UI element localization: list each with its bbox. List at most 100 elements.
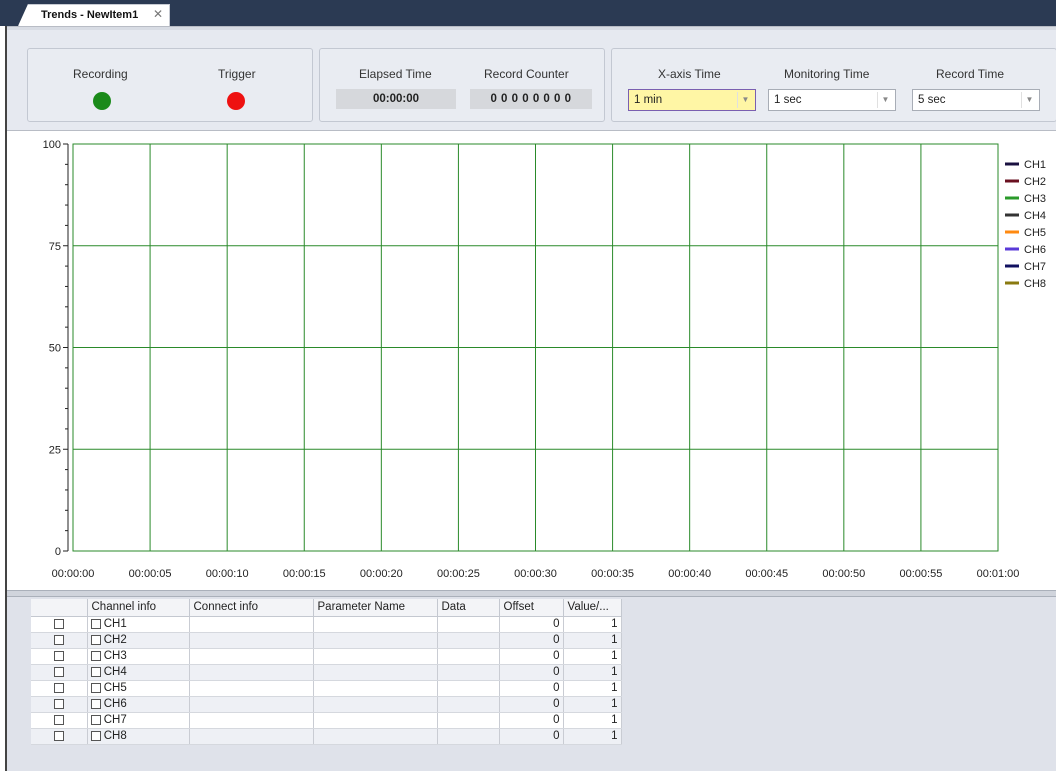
checkbox[interactable] (90, 682, 101, 693)
record-time-select[interactable]: 5 sec ▼ (912, 89, 1040, 111)
chevron-down-icon[interactable]: ▼ (877, 92, 893, 108)
trend-chart[interactable]: 00:00:00 00:00:05 00:00:10 00:00:15 00:00:20… (7, 130, 1056, 590)
param-cell[interactable] (313, 696, 438, 713)
checkbox[interactable] (53, 714, 64, 725)
checkbox[interactable] (53, 634, 64, 645)
connect-cell[interactable] (189, 696, 314, 713)
offset-cell[interactable]: 0 (499, 648, 564, 665)
value-cell[interactable]: 1 (563, 664, 622, 681)
row-select-cell[interactable] (31, 728, 88, 745)
checkbox[interactable] (53, 618, 64, 629)
table-row[interactable]: CH8 0 1 (31, 728, 622, 745)
row-select-cell[interactable] (31, 648, 88, 665)
channel-cell[interactable]: CH5 (87, 680, 190, 697)
data-cell (437, 728, 500, 745)
value-cell[interactable]: 1 (563, 616, 622, 633)
offset-cell[interactable]: 0 (499, 696, 564, 713)
row-select-cell[interactable] (31, 632, 88, 649)
connect-cell[interactable] (189, 664, 314, 681)
close-icon[interactable]: ✕ (153, 7, 163, 21)
channel-cell[interactable]: CH7 (87, 712, 190, 729)
connect-cell[interactable] (189, 632, 314, 649)
checkbox[interactable] (90, 666, 101, 677)
connect-cell[interactable] (189, 712, 314, 729)
chevron-down-icon[interactable]: ▼ (737, 92, 753, 108)
header-connect-info[interactable]: Connect info (189, 599, 314, 617)
checkbox[interactable] (90, 698, 101, 709)
row-select-cell[interactable] (31, 616, 88, 633)
channel-cell[interactable]: CH3 (87, 648, 190, 665)
param-cell[interactable] (313, 728, 438, 745)
offset-cell[interactable]: 0 (499, 712, 564, 729)
header-parameter-name[interactable]: Parameter Name (313, 599, 438, 617)
offset-cell[interactable]: 0 (499, 632, 564, 649)
checkbox[interactable] (90, 618, 101, 629)
data-cell (437, 616, 500, 633)
row-select-cell[interactable] (31, 696, 88, 713)
header-value[interactable]: Value/... (563, 599, 622, 617)
header-channel-info[interactable]: Channel info (87, 599, 190, 617)
monitoring-time-select[interactable]: 1 sec ▼ (768, 89, 896, 111)
channel-name: CH6 (103, 698, 127, 710)
xaxis-time-select[interactable]: 1 min ▼ (628, 89, 756, 111)
legend-label: CH4 (1024, 210, 1046, 222)
legend-label: CH7 (1024, 261, 1046, 273)
checkbox[interactable] (90, 634, 101, 645)
data-cell (437, 696, 500, 713)
channel-cell[interactable]: CH8 (87, 728, 190, 745)
value-cell[interactable]: 1 (563, 696, 622, 713)
offset-cell[interactable]: 0 (499, 616, 564, 633)
offset-cell[interactable]: 0 (499, 664, 564, 681)
param-cell[interactable] (313, 616, 438, 633)
param-cell[interactable] (313, 648, 438, 665)
param-cell[interactable] (313, 680, 438, 697)
table-row[interactable]: CH3 0 1 (31, 648, 622, 665)
row-select-cell[interactable] (31, 680, 88, 697)
header-offset[interactable]: Offset (499, 599, 564, 617)
table-row[interactable]: CH1 0 1 (31, 616, 622, 633)
offset-cell[interactable]: 0 (499, 728, 564, 745)
recording-indicator-icon (93, 92, 111, 110)
checkbox[interactable] (53, 650, 64, 661)
param-cell[interactable] (313, 632, 438, 649)
checkbox[interactable] (90, 730, 101, 741)
row-select-cell[interactable] (31, 712, 88, 729)
checkbox[interactable] (90, 650, 101, 661)
value-cell[interactable]: 1 (563, 632, 622, 649)
param-cell[interactable] (313, 664, 438, 681)
table-row[interactable]: CH4 0 1 (31, 664, 622, 681)
connect-cell[interactable] (189, 648, 314, 665)
header-data[interactable]: Data (437, 599, 500, 617)
tab-trends-newitem1[interactable]: Trends - NewItem1 ✕ (18, 4, 170, 26)
channel-cell[interactable]: CH2 (87, 632, 190, 649)
value-cell[interactable]: 1 (563, 728, 622, 745)
connect-cell[interactable] (189, 616, 314, 633)
chevron-down-icon[interactable]: ▼ (1021, 92, 1037, 108)
checkbox[interactable] (53, 730, 64, 741)
recording-label: Recording (73, 67, 128, 81)
param-cell[interactable] (313, 712, 438, 729)
offset-cell[interactable]: 0 (499, 680, 564, 697)
table-row[interactable]: CH7 0 1 (31, 712, 622, 729)
connect-cell[interactable] (189, 680, 314, 697)
connect-cell[interactable] (189, 728, 314, 745)
value-cell[interactable]: 1 (563, 648, 622, 665)
row-select-cell[interactable] (31, 664, 88, 681)
checkbox[interactable] (53, 666, 64, 677)
table-row[interactable]: CH2 0 1 (31, 632, 622, 649)
trend-chart-svg: 00:00:00 00:00:05 00:00:10 00:00:15 00:00:20… (43, 139, 1046, 580)
channel-cell[interactable]: CH4 (87, 664, 190, 681)
checkbox[interactable] (53, 698, 64, 709)
channel-cell[interactable]: CH6 (87, 696, 190, 713)
value-cell[interactable]: 1 (563, 680, 622, 697)
data-cell (437, 648, 500, 665)
channel-cell[interactable]: CH1 (87, 616, 190, 633)
table-row[interactable]: CH6 0 1 (31, 696, 622, 713)
checkbox[interactable] (53, 682, 64, 693)
status-group: Recording Trigger (27, 48, 313, 122)
checkbox[interactable] (90, 714, 101, 725)
table-row[interactable]: CH5 0 1 (31, 680, 622, 697)
data-cell (437, 680, 500, 697)
splitter[interactable] (7, 590, 1056, 597)
value-cell[interactable]: 1 (563, 712, 622, 729)
